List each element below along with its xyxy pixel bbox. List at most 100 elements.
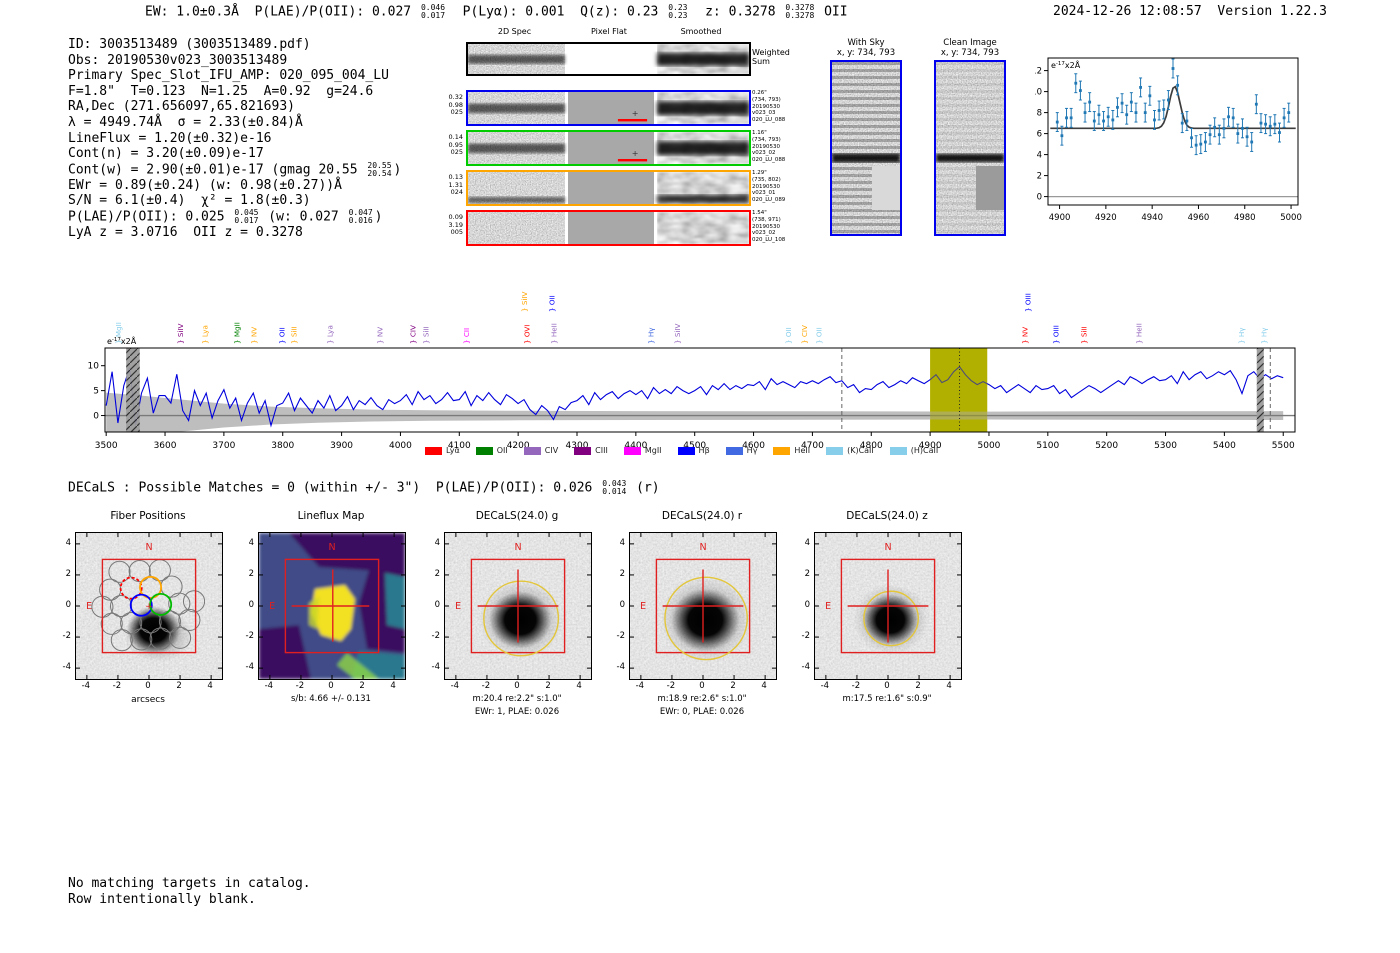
emission-line-label: } Hγ (1237, 327, 1246, 344)
compass-east: E (455, 601, 461, 612)
legend-item: CIV (523, 446, 559, 455)
decorative: 5300 (1154, 441, 1177, 451)
decorative (832, 83, 900, 86)
decorative: (734, 793) (752, 96, 781, 103)
decorative (657, 141, 749, 156)
y-tick-label: 4 (434, 537, 440, 548)
cutout-caption: m:17.5 re:1.6" s:0.9" (842, 694, 932, 704)
decorative: 4940 (1141, 213, 1163, 223)
decorative (1102, 119, 1105, 123)
decorative (936, 230, 1004, 233)
sky-panel-title: Clean Image (943, 38, 997, 48)
decorative (1120, 101, 1124, 105)
decorative: 12 (1035, 67, 1042, 77)
y-tick-label: 0 (804, 600, 810, 610)
decorative (1287, 111, 1291, 114)
decorative (1231, 116, 1235, 120)
info-line: LineFlux = 1.20(±0.32)e-16 (68, 131, 401, 147)
decorative (832, 97, 900, 100)
decals-match-line: DECaLS : Possible Matches = 0 (within +/… (68, 480, 660, 496)
legend-label: Lyα (446, 446, 460, 455)
spec2d-strip: + (466, 90, 751, 126)
decorative: 3900 (330, 441, 353, 451)
decorative (468, 212, 749, 244)
decorative (936, 69, 1004, 72)
y-tick-label: -2 (62, 631, 71, 642)
compass-north: N (514, 542, 521, 553)
compass-east: E (86, 601, 92, 612)
compass-east: E (825, 601, 831, 612)
legend-item: HeII (773, 446, 810, 455)
compass-north: N (699, 542, 706, 553)
decorative (1227, 115, 1230, 119)
decorative (936, 118, 1004, 121)
sky-panel-title: With Sky (847, 38, 885, 48)
legend-swatch (677, 446, 695, 455)
legend-item: Hβ (677, 446, 710, 455)
decorative (1222, 126, 1226, 130)
legend-swatch (826, 446, 844, 455)
text-segment: OII (816, 4, 848, 20)
decorative (1250, 140, 1254, 144)
decorative (936, 146, 1004, 149)
compass-east: E (269, 601, 275, 612)
legend-swatch (475, 446, 493, 455)
info-line: Obs: 20190530v023_3003513489 (68, 53, 401, 69)
cutout-title: Fiber Positions (110, 510, 186, 522)
decorative: 4900 4920 4940 4960 4980 5000 0 2 4 6 8 10 12 e-17x2Å (1035, 57, 1302, 223)
decorative (1116, 105, 1119, 109)
decorative: Sum (752, 57, 770, 66)
cutout-image: NE (629, 532, 777, 680)
y-tick-label: -2 (801, 631, 810, 642)
elixer-detection-report: EW: 1.0±0.3Å P(LAE)/P(OII): 0.027 0.046 0… (0, 0, 1400, 953)
decorative: (734, 793) (752, 136, 781, 143)
legend-label: CIV (544, 446, 559, 455)
decorative: 0.017 (234, 216, 259, 226)
spec2d-row-right-labels: 1.54" (738, 971) 20190530 v023_02 020_LU_108 (752, 210, 785, 244)
emission-line-label: } OII (547, 295, 556, 312)
decorative: v023_01 (752, 190, 776, 197)
decorative (1194, 143, 1198, 147)
text-segment: Cont(w) = 2.90(±0.01)e-17 (gmag 20.55 (68, 162, 366, 178)
stacked-uncertainty: 20.55 20.54 (367, 161, 391, 178)
decorative: + (632, 109, 639, 118)
emission-line-label: } SiII (421, 326, 430, 344)
text-segment: F=1.8" T=0.123 N=1.25 A=0.92 g=24.6 (68, 83, 374, 99)
decorative: 0 (93, 412, 99, 422)
decorative (832, 216, 900, 219)
spec2d-row-right-labels: 0.26" (734, 793) 20190530 v023_03 020_LU_088 (752, 90, 785, 124)
decorative (1259, 121, 1263, 125)
decorative (657, 195, 749, 203)
decorative (1097, 113, 1101, 117)
decorative (1199, 142, 1203, 146)
spectrum-legend: Lyα OII CIV CIII MgII Hβ Hγ HeII (K)CaII (H)CaII (425, 446, 938, 455)
cutout-caption-2: EWr: 1, PLAE: 0.026 (474, 707, 560, 717)
y-tick-label: 0 (434, 600, 440, 610)
emission-line-label: } NV (375, 327, 384, 344)
decorative: 0 (1037, 193, 1042, 203)
text-segment: ) (393, 162, 402, 178)
decorative: 1.29" (752, 170, 767, 176)
decorative: 024 (450, 188, 463, 196)
x-tick-label: -4 (450, 681, 460, 691)
decorative (1092, 119, 1096, 123)
text-segment: Obs: 20190530v023_3003513489 (68, 52, 288, 68)
emission-line-label: } NV (249, 327, 258, 344)
decorative: NE (259, 533, 405, 679)
decorative: 10 (1035, 88, 1042, 98)
y-tick-label: -4 (62, 662, 71, 673)
legend-item: OII (475, 446, 508, 455)
info-line: ID: 3003513489 (3003513489.pdf) (68, 37, 401, 53)
decorative: 1.54" (752, 210, 767, 216)
y-tick-label: -2 (616, 631, 625, 642)
decorative: 4980 (1234, 213, 1256, 223)
decorative (568, 212, 654, 244)
x-tick-label: -2 (666, 681, 676, 691)
decorative: e-17x2Å (1051, 59, 1081, 70)
line-fit-chart: 4900 4920 4940 4960 4980 5000 0 2 4 6 8 10 12 e-17x2Å (1035, 46, 1315, 226)
decorative: 0.23 (668, 11, 688, 20)
decorative (1217, 133, 1221, 137)
decorative (568, 172, 654, 204)
x-tick-label: 2 (915, 681, 921, 691)
info-line: Cont(n) = 3.20(±0.09)e-17 (68, 146, 401, 162)
